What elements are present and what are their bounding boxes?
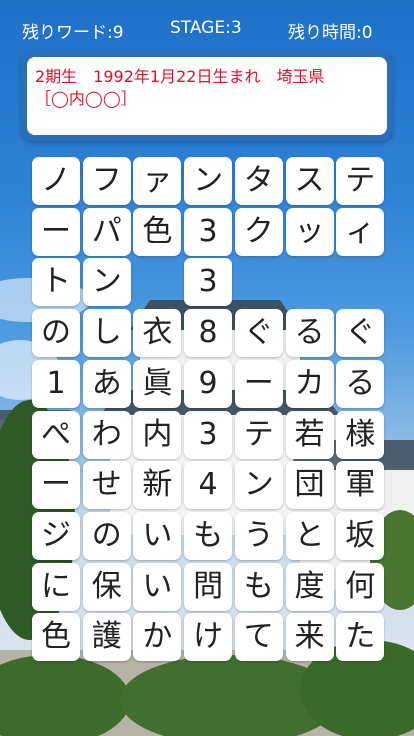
letter-tile[interactable]: ぐ: [234, 309, 283, 358]
letter-tile[interactable]: る: [336, 359, 385, 408]
letter-tile[interactable]: 新: [133, 461, 182, 510]
letter-tile[interactable]: カ: [285, 359, 334, 408]
letter-tile[interactable]: も: [184, 511, 233, 560]
letter-tile[interactable]: 団: [285, 461, 334, 510]
letter-tile[interactable]: ン: [234, 461, 283, 510]
letter-tile[interactable]: 軍: [336, 461, 385, 510]
letter-tile[interactable]: ク: [234, 207, 283, 256]
letter-tile[interactable]: い: [133, 511, 182, 560]
letter-tile[interactable]: ノ: [32, 157, 80, 205]
letter-tile[interactable]: タ: [234, 157, 283, 205]
letter-tile[interactable]: 保: [82, 562, 131, 611]
letter-tile[interactable]: て: [234, 613, 283, 662]
letter-tile[interactable]: け: [184, 613, 233, 662]
letter-tile[interactable]: 坂: [336, 511, 385, 560]
letter-tile[interactable]: の: [32, 309, 80, 358]
letter-tile[interactable]: 3: [184, 258, 233, 307]
letter-tile[interactable]: 若: [285, 410, 334, 459]
letter-tile[interactable]: 色: [133, 207, 182, 256]
letter-tile[interactable]: 来: [285, 613, 334, 662]
letter-tile[interactable]: る: [285, 309, 334, 358]
letter-tile[interactable]: ン: [184, 157, 233, 205]
letter-tile[interactable]: ィ: [336, 207, 385, 256]
letter-tile[interactable]: 内: [133, 410, 182, 459]
letter-tile[interactable]: か: [133, 613, 182, 662]
letter-tile[interactable]: い: [133, 562, 182, 611]
letter-tile[interactable]: あ: [82, 359, 131, 408]
letter-tile[interactable]: 3: [184, 207, 233, 256]
letter-tile[interactable]: 衣: [133, 309, 182, 358]
letter-tile[interactable]: ぐ: [336, 309, 385, 358]
letter-tile[interactable]: ス: [285, 157, 334, 205]
letter-tile[interactable]: 護: [82, 613, 131, 662]
letter-tile[interactable]: ぺ: [32, 410, 80, 459]
letter-tile[interactable]: 度: [285, 562, 334, 611]
letter-tile[interactable]: 4: [184, 461, 233, 510]
letter-tile[interactable]: と: [285, 511, 334, 560]
letter-tile[interactable]: わ: [82, 410, 131, 459]
letter-tile[interactable]: ー: [32, 207, 80, 256]
letter-tile[interactable]: ー: [234, 359, 283, 408]
letter-tile[interactable]: に: [32, 562, 80, 611]
letter-grid: ノファンタステーパ色3クッィトン3のし衣8ぐるぐ1あ眞9ーカるぺわ内3テ若様ーせ…: [0, 0, 414, 736]
letter-tile[interactable]: 色: [32, 613, 80, 662]
letter-tile[interactable]: ト: [32, 258, 80, 307]
letter-tile[interactable]: う: [234, 511, 283, 560]
letter-tile[interactable]: 眞: [133, 359, 182, 408]
letter-tile[interactable]: 8: [184, 309, 233, 358]
letter-tile[interactable]: た: [336, 613, 385, 662]
letter-tile[interactable]: し: [82, 309, 131, 358]
letter-tile[interactable]: せ: [82, 461, 131, 510]
letter-tile[interactable]: 何: [336, 562, 385, 611]
letter-tile[interactable]: ン: [82, 258, 131, 307]
letter-tile[interactable]: も: [234, 562, 283, 611]
letter-tile[interactable]: の: [82, 511, 131, 560]
letter-tile[interactable]: 問: [184, 562, 233, 611]
letter-tile[interactable]: 1: [32, 359, 80, 408]
letter-tile[interactable]: ジ: [32, 511, 80, 560]
letter-tile[interactable]: パ: [82, 207, 131, 256]
letter-tile[interactable]: フ: [82, 157, 131, 205]
letter-tile[interactable]: 3: [184, 410, 233, 459]
letter-tile[interactable]: テ: [336, 157, 385, 205]
letter-tile[interactable]: 様: [336, 410, 385, 459]
letter-tile[interactable]: 9: [184, 359, 233, 408]
letter-tile[interactable]: ー: [32, 461, 80, 510]
letter-tile[interactable]: ッ: [285, 207, 334, 256]
letter-tile[interactable]: テ: [234, 410, 283, 459]
letter-tile[interactable]: ァ: [133, 157, 182, 205]
